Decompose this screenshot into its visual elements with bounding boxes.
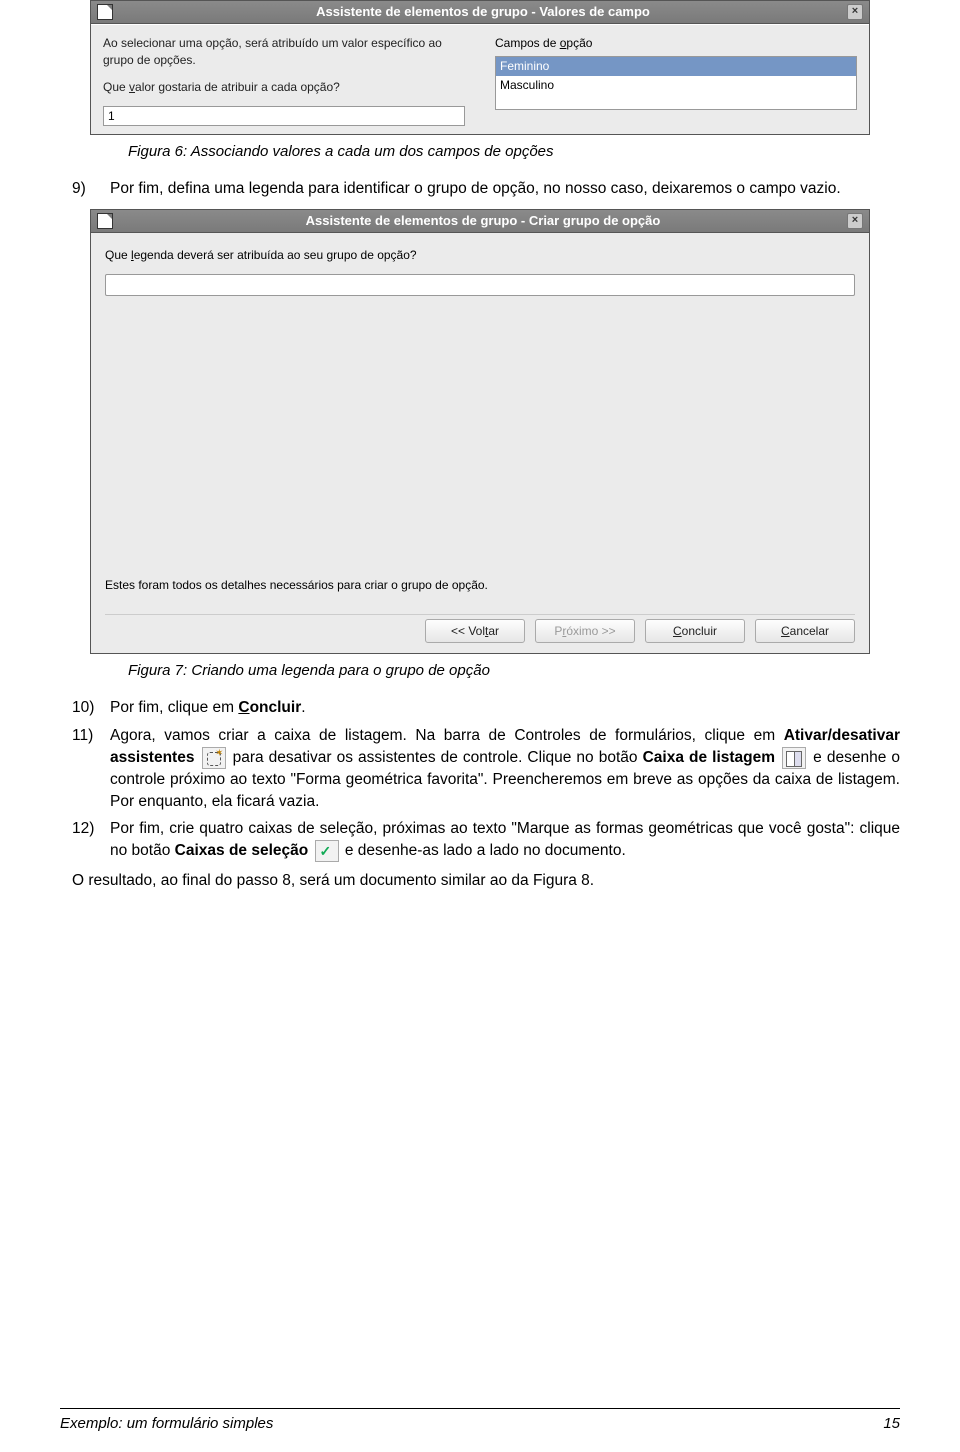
step-number: 11)	[72, 725, 110, 812]
options-listbox[interactable]: Feminino Masculino	[495, 56, 857, 110]
summary-text: Estes foram todos os detalhes necessário…	[105, 577, 855, 594]
step-12: 12) Por fim, crie quatro caixas de seleç…	[72, 818, 900, 862]
dialog-values: Assistente de elementos de grupo - Valor…	[90, 0, 870, 135]
dialog-body: Ao selecionar uma opção, será atribuído …	[91, 24, 869, 133]
back-button[interactable]: << Voltar	[425, 619, 525, 644]
wand-icon	[202, 747, 226, 769]
step-number: 9)	[72, 178, 110, 200]
figure-caption-7: Figura 7: Criando uma legenda para o gru…	[128, 660, 870, 681]
left-column: Ao selecionar uma opção, será atribuído …	[103, 35, 465, 125]
instruction-text-2: Que valor gostaria de atribuir a cada op…	[103, 79, 465, 96]
legend-input[interactable]	[105, 274, 855, 296]
step-11: 11) Agora, vamos criar a caixa de listag…	[72, 725, 900, 812]
step-text: Por fim, defina uma legenda para identif…	[110, 178, 900, 200]
page-footer: Exemplo: um formulário simples 15	[60, 1408, 900, 1434]
titlebar: Assistente de elementos de grupo - Criar…	[91, 210, 869, 233]
cancel-button[interactable]: Cancelar	[755, 619, 855, 644]
step-number: 10)	[72, 697, 110, 719]
dialog-legend: Assistente de elementos de grupo - Criar…	[90, 209, 870, 654]
titlebar: Assistente de elementos de grupo - Valor…	[91, 1, 869, 24]
step-number: 12)	[72, 818, 110, 862]
finish-button[interactable]: Concluir	[645, 619, 745, 644]
step-9: 9) Por fim, defina uma legenda para iden…	[72, 178, 900, 200]
step-text: Por fim, crie quatro caixas de seleção, …	[110, 818, 900, 862]
close-icon[interactable]: ×	[847, 4, 863, 20]
window-title: Assistente de elementos de grupo - Valor…	[119, 3, 847, 21]
right-column: Campos de opção Feminino Masculino	[495, 35, 857, 125]
legend-prompt: Que legenda deverá ser atribuída ao seu …	[105, 247, 855, 264]
step-text: Por fim, clique em Concluir.	[110, 697, 900, 719]
button-row: << Voltar Próximo >> Concluir Cancelar	[105, 614, 855, 644]
page-number: 15	[883, 1413, 900, 1434]
instruction-text-1: Ao selecionar uma opção, será atribuído …	[103, 35, 465, 69]
window-icon	[97, 4, 113, 20]
close-icon[interactable]: ×	[847, 213, 863, 229]
list-item[interactable]: Masculino	[496, 76, 856, 95]
next-button[interactable]: Próximo >>	[535, 619, 635, 644]
value-input[interactable]	[103, 106, 465, 126]
figure-caption-6: Figura 6: Associando valores a cada um d…	[128, 141, 870, 162]
listbox-icon	[782, 747, 806, 769]
checkbox-icon	[315, 840, 339, 862]
step-text: Agora, vamos criar a caixa de listagem. …	[110, 725, 900, 812]
window-title: Assistente de elementos de grupo - Criar…	[119, 212, 847, 230]
dialog-body: Que legenda deverá ser atribuída ao seu …	[91, 233, 869, 653]
footer-title: Exemplo: um formulário simples	[60, 1413, 273, 1434]
result-paragraph: O resultado, ao final do passo 8, será u…	[72, 870, 900, 892]
options-label: Campos de opção	[495, 35, 857, 52]
step-10: 10) Por fim, clique em Concluir.	[72, 697, 900, 719]
window-icon	[97, 213, 113, 229]
list-item[interactable]: Feminino	[496, 57, 856, 76]
